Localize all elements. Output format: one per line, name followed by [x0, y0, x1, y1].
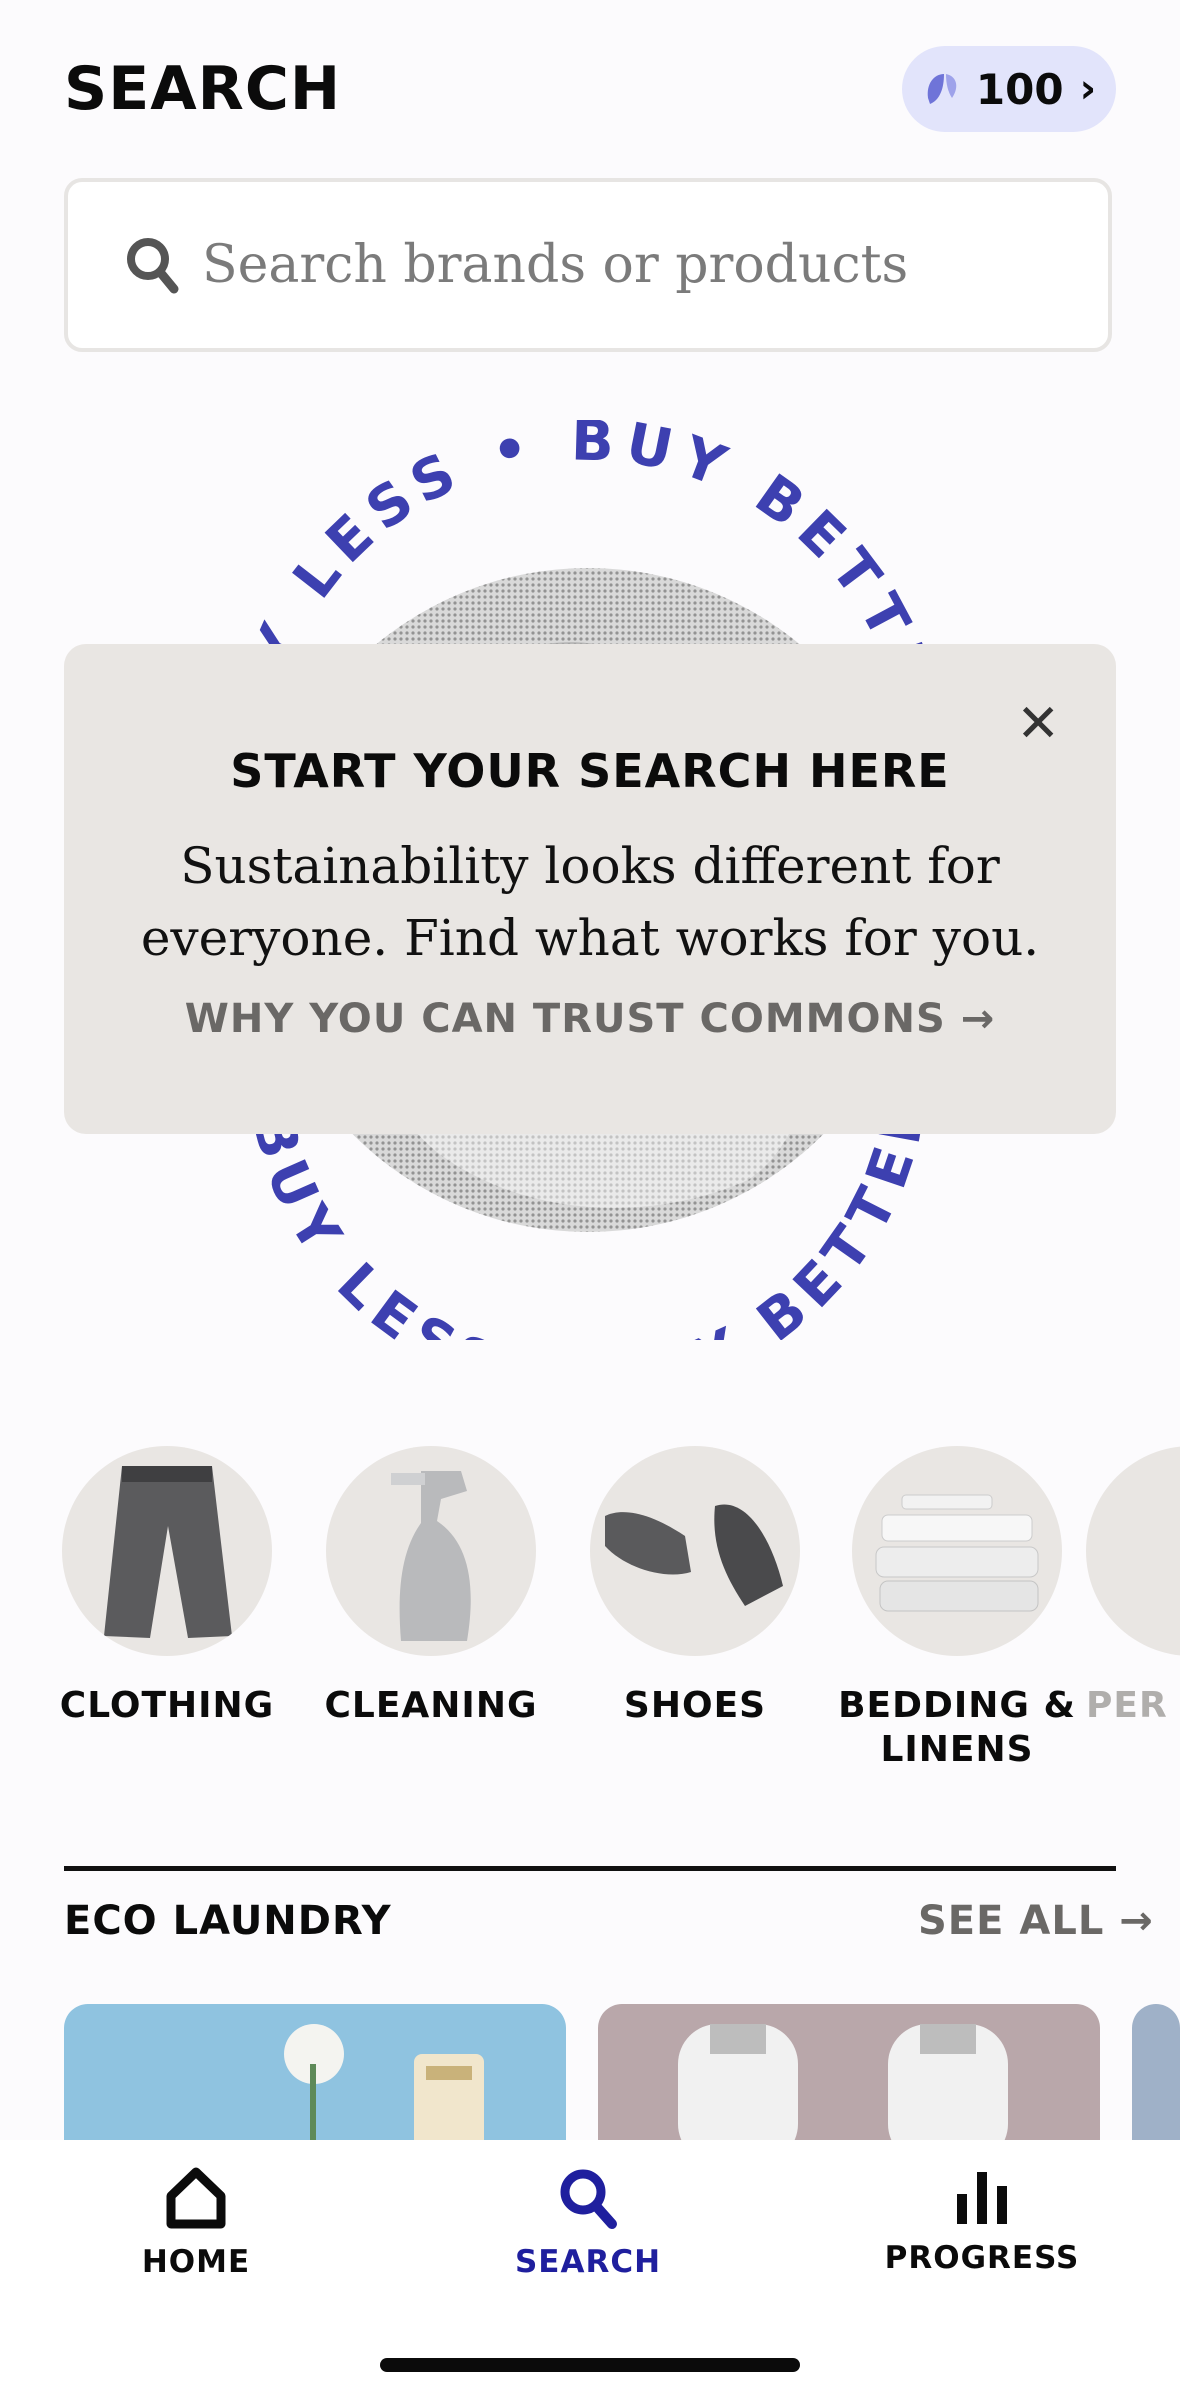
- tab-label: HOME: [141, 2244, 251, 2280]
- search-icon: [560, 2169, 617, 2229]
- tip-heading: START YOUR SEARCH HERE: [230, 744, 950, 798]
- home-indicator[interactable]: [380, 2358, 800, 2372]
- home-icon: [166, 2167, 226, 2229]
- category-personal-care[interactable]: PER: [1086, 1446, 1180, 1728]
- tab-label: SEARCH: [514, 2244, 662, 2280]
- category-shoes[interactable]: SHOES: [560, 1446, 830, 1728]
- tab-label: PROGRESS: [884, 2240, 1080, 2276]
- tab-search[interactable]: SEARCH: [438, 2166, 738, 2280]
- category-label: PER: [1086, 1685, 1168, 1726]
- page-title: SEARCH: [64, 54, 342, 124]
- category-label: BEDDING & LINENS: [838, 1685, 1076, 1770]
- category-label: CLOTHING: [59, 1685, 275, 1726]
- bottom-tab-bar: HOME SEARCH PROGRESS: [0, 2140, 1180, 2396]
- close-icon[interactable]: ✕: [1016, 698, 1060, 750]
- bottle-icon: [1086, 1446, 1180, 1656]
- points-count: 100: [975, 64, 1064, 114]
- chevron-right-icon: ›: [1079, 66, 1097, 112]
- search-bar[interactable]: [64, 178, 1112, 352]
- search-input[interactable]: [200, 234, 1064, 296]
- bar-chart-icon: [957, 2172, 1007, 2224]
- category-label: SHOES: [623, 1685, 767, 1726]
- leaf-icon: [927, 74, 957, 104]
- tab-progress[interactable]: PROGRESS: [832, 2166, 1132, 2276]
- spray-bottle-icon: [326, 1446, 536, 1656]
- category-label: CLEANING: [324, 1685, 538, 1726]
- tip-body: Sustainability looks different for every…: [140, 837, 1040, 967]
- section-divider: [64, 1866, 1116, 1871]
- tab-home[interactable]: HOME: [46, 2166, 346, 2280]
- category-bedding-linens[interactable]: BEDDING & LINENS: [822, 1446, 1092, 1772]
- trust-commons-link[interactable]: WHY YOU CAN TRUST COMMONS →: [64, 996, 1116, 1042]
- category-clothing[interactable]: CLOTHING: [32, 1446, 302, 1728]
- see-all-link[interactable]: SEE ALL →: [918, 1898, 1154, 1944]
- linens-icon: [852, 1446, 1062, 1656]
- jeans-icon: [62, 1446, 272, 1656]
- category-cleaning[interactable]: CLEANING: [296, 1446, 566, 1728]
- sneaker-icon: [590, 1446, 800, 1656]
- search-tip-card: ✕ START YOUR SEARCH HERE Sustainability …: [64, 644, 1116, 1134]
- points-badge[interactable]: 100 ›: [902, 46, 1116, 132]
- section-title: ECO LAUNDRY: [64, 1898, 392, 1944]
- search-icon: [127, 238, 179, 294]
